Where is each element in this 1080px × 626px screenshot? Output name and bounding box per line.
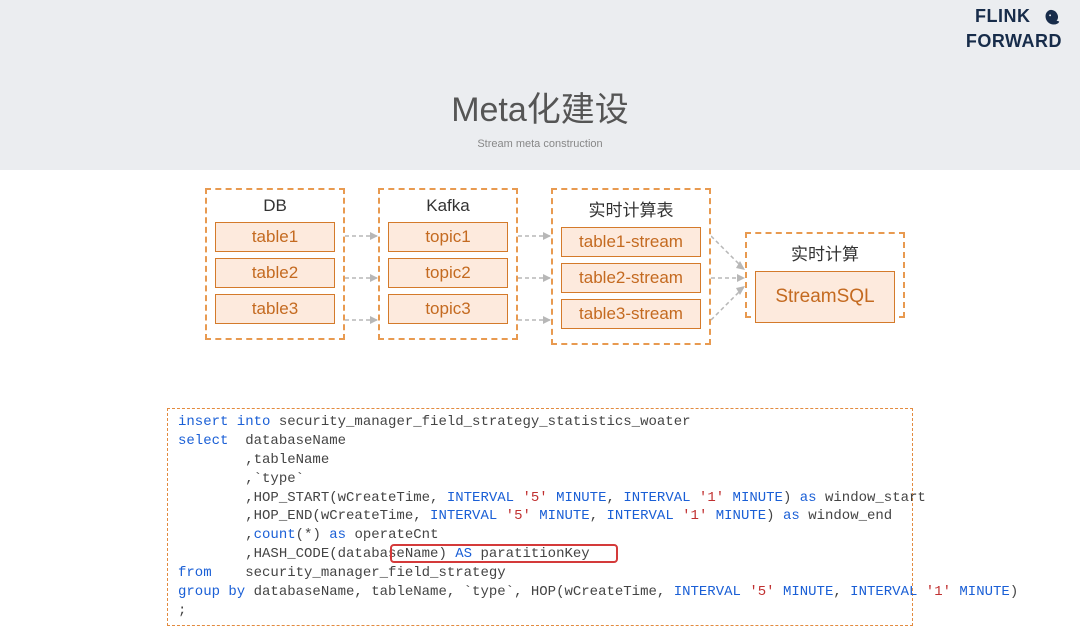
logo-line2: FORWARD xyxy=(966,31,1062,51)
squirrel-icon xyxy=(1040,8,1062,33)
group-db: DB table1 table2 table3 xyxy=(205,188,345,340)
node-table2-stream: table2-stream xyxy=(561,263,701,293)
logo: FLINK FORWARD xyxy=(966,8,1062,52)
node-topic2: topic2 xyxy=(388,258,508,288)
group-stream-compute: 实时计算 StreamSQL xyxy=(745,232,905,318)
node-topic1: topic1 xyxy=(388,222,508,252)
group-label: 实时计算表 xyxy=(561,196,701,221)
group-label: Kafka xyxy=(388,196,508,216)
node-table1: table1 xyxy=(215,222,335,252)
node-streamsql: StreamSQL xyxy=(755,271,895,323)
group-label: 实时计算 xyxy=(755,240,895,265)
group-label: DB xyxy=(215,196,335,216)
arrows-layer xyxy=(0,188,1080,398)
slide-header: FLINK FORWARD Meta化建设 Stream meta constr… xyxy=(0,0,1080,170)
node-table1-stream: table1-stream xyxy=(561,227,701,257)
slide-title: Meta化建设 xyxy=(0,82,1080,131)
group-kafka: Kafka topic1 topic2 topic3 xyxy=(378,188,518,340)
slide-subtitle: Stream meta construction xyxy=(0,138,1080,150)
node-topic3: topic3 xyxy=(388,294,508,324)
logo-line1: FLINK xyxy=(975,6,1031,26)
node-table2: table2 xyxy=(215,258,335,288)
architecture-diagram: DB table1 table2 table3 Kafka topic1 top… xyxy=(0,188,1080,398)
group-stream-tables: 实时计算表 table1-stream table2-stream table3… xyxy=(551,188,711,345)
node-table3-stream: table3-stream xyxy=(561,299,701,329)
sql-code-block: insert into security_manager_field_strat… xyxy=(167,408,913,626)
node-table3: table3 xyxy=(215,294,335,324)
